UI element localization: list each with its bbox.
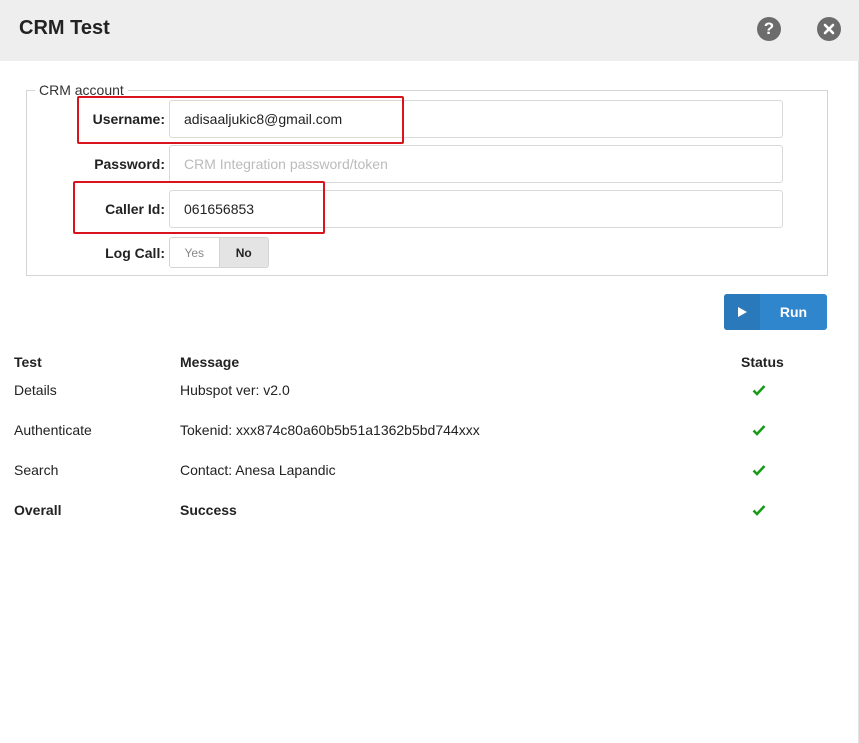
title-bar: CRM Test ?: [0, 0, 859, 61]
log-call-yes-option[interactable]: Yes: [170, 238, 220, 267]
run-button[interactable]: Run: [724, 294, 827, 330]
close-icon[interactable]: [817, 17, 841, 41]
log-call-no-option[interactable]: No: [219, 238, 268, 267]
row-test: Authenticate: [14, 422, 92, 438]
check-icon: [752, 505, 766, 516]
check-icon: [752, 425, 766, 436]
log-call-toggle[interactable]: Yes No: [169, 237, 269, 268]
overall-test: Overall: [14, 502, 62, 518]
dialog-title: CRM Test: [19, 17, 110, 39]
run-button-label: Run: [779, 304, 808, 320]
log-call-label: Log Call:: [105, 245, 165, 261]
header-status: Status: [741, 354, 784, 370]
caller-id-highlight-box: [73, 181, 325, 234]
header-test: Test: [14, 354, 42, 370]
check-icon: [752, 465, 766, 476]
row-message: Hubspot ver: v2.0: [180, 382, 290, 398]
overall-message: Success: [180, 502, 237, 518]
header-message: Message: [180, 354, 240, 370]
play-icon: [724, 294, 760, 330]
password-input[interactable]: [169, 145, 783, 183]
crm-test-dialog: CRM Test ? CRM account Username: Passwor…: [0, 0, 859, 743]
row-test: Search: [14, 462, 59, 478]
username-highlight-box: [77, 96, 404, 144]
row-test: Details: [14, 382, 57, 398]
help-icon[interactable]: ?: [757, 17, 781, 41]
row-message: Tokenid: xxx874c80a60b5b51a1362b5bd744xx…: [180, 422, 480, 438]
password-label: Password:: [94, 156, 165, 172]
check-icon: [752, 385, 766, 396]
row-message: Contact: Anesa Lapandic: [180, 462, 336, 478]
